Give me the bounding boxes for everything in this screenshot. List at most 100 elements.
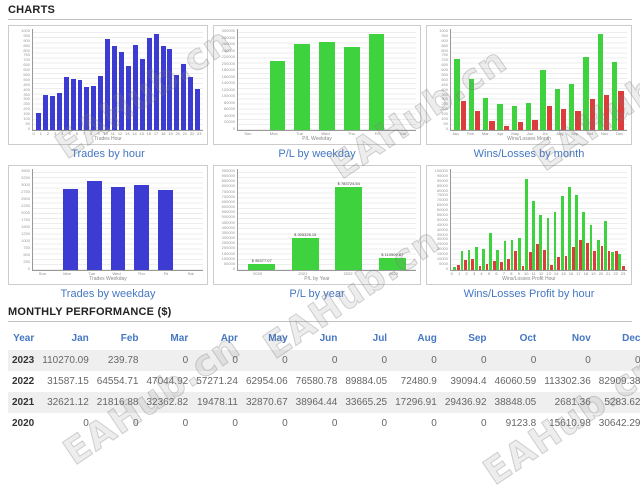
bar-wins-profit	[582, 212, 585, 270]
value-cell: 64554.71	[93, 371, 143, 392]
bar	[126, 66, 131, 130]
chart-title-link-trades-by-weekday[interactable]: Trades by weekday	[8, 288, 208, 300]
bar-slot	[553, 169, 560, 270]
plot-area: 1000950900850800750700650600550500450400…	[431, 29, 627, 131]
bar-slot	[482, 29, 496, 130]
column-header-year[interactable]: Year	[8, 327, 38, 350]
section-divider	[8, 19, 632, 20]
y-axis-tick-label: 800000	[222, 184, 235, 188]
y-axis-tick-label: 250	[23, 260, 30, 264]
bar-value-label: $ 55377.07	[252, 259, 272, 263]
column-header-aug[interactable]: Aug	[391, 327, 441, 350]
bar-wins	[497, 104, 502, 130]
bar-slot: $ 110509.87	[371, 169, 415, 270]
column-header-may[interactable]: May	[242, 327, 292, 350]
plot	[32, 29, 203, 131]
bar-slot	[604, 169, 611, 270]
x-axis-tick-label: 0	[30, 132, 37, 136]
bar	[292, 238, 319, 270]
x-axis-tick-label: 22	[612, 272, 619, 276]
bar	[181, 64, 186, 130]
bar-series	[33, 29, 203, 130]
bar	[140, 59, 145, 130]
chart-title-link-pl-by-year[interactable]: P/L by year	[213, 288, 421, 300]
x-axis-title: Trades Hour	[13, 137, 203, 142]
bar-slot	[111, 29, 118, 130]
y-axis-tick-label: 0	[233, 127, 235, 131]
chart-title-link-wins-losses-by-month[interactable]: Wins/Losses by month	[426, 148, 632, 160]
x-axis-tick-label: Dec	[612, 132, 627, 136]
bar-slot	[496, 169, 503, 270]
column-header-nov[interactable]: Nov	[540, 327, 595, 350]
bar-slot	[568, 169, 575, 270]
bar-slot	[364, 29, 389, 130]
bar	[111, 187, 126, 270]
y-axis-tick-label: 2750	[21, 190, 30, 194]
x-axis-tick-label: Thu	[338, 132, 364, 136]
y-axis: 1000009500090000850008000075000700006500…	[431, 169, 450, 271]
chart-trades-by-hour: 1000950900850800750700650600550500450400…	[8, 25, 208, 160]
y-axis-tick-label: 2250	[21, 204, 30, 208]
chart-pl-by-year: 9500009000008500008000007500007000006500…	[213, 165, 421, 300]
bar-wins	[469, 79, 474, 130]
bar-slot	[56, 29, 63, 130]
plot: $ 55377.07$ 305326.15$ 783724.54$ 110509…	[237, 169, 416, 271]
value-cell: 38848.05	[491, 392, 541, 413]
column-header-jan[interactable]: Jan	[38, 327, 93, 350]
bar-slot	[582, 169, 589, 270]
y-axis-tick-label: 40000	[224, 114, 235, 118]
x-axis-tick-label: 1	[37, 132, 44, 136]
chart-title-link-trades-by-hour[interactable]: Trades by hour	[8, 148, 208, 160]
bar-slot	[160, 29, 167, 130]
x-axis-tick-label: 16	[567, 272, 574, 276]
column-header-oct[interactable]: Oct	[491, 327, 541, 350]
value-cell: 0	[242, 350, 292, 371]
x-axis-tick-label: Oct	[582, 132, 597, 136]
value-cell: 0	[391, 350, 441, 371]
x-axis-tick-label: Sep	[567, 132, 582, 136]
column-header-feb[interactable]: Feb	[93, 327, 143, 350]
bar-wins-profit	[611, 252, 614, 270]
y-axis-tick-label: 300000	[222, 29, 235, 33]
bar-wins	[569, 84, 574, 130]
bar-slot	[104, 29, 111, 130]
y-axis-tick-label: 80000	[224, 101, 235, 105]
value-cell: 239.78	[93, 350, 143, 371]
x-axis-tick-label: 2023	[371, 272, 416, 276]
bar-wins	[612, 62, 617, 130]
value-cell: 0	[441, 413, 491, 434]
column-header-apr[interactable]: Apr	[192, 327, 242, 350]
chart-trades-by-weekday: 3500325030002750250022502000175015001250…	[8, 165, 208, 300]
value-cell: 72480.9	[391, 371, 441, 392]
bar-wins-profit	[475, 247, 478, 270]
column-header-mar[interactable]: Mar	[143, 327, 193, 350]
x-axis-tick-label: 1	[455, 272, 462, 276]
value-cell: 0	[143, 413, 193, 434]
column-header-jun[interactable]: Jun	[292, 327, 342, 350]
y-axis: 1000950900850800750700650600550500450400…	[13, 29, 32, 131]
plot-area: 3500325030002750250022502000175015001250…	[13, 169, 203, 271]
charts-section-title: CHARTS	[8, 4, 632, 16]
bar-wins	[540, 70, 545, 130]
value-cell: 0	[93, 413, 143, 434]
column-header-dec[interactable]: Dec	[595, 327, 640, 350]
y-axis-tick-label: 260000	[222, 42, 235, 46]
value-cell: 0	[143, 350, 193, 371]
bar-slot	[553, 29, 567, 130]
bar-slot	[154, 169, 178, 270]
bar-slot	[510, 29, 524, 130]
chart-title-link-pl-by-weekday[interactable]: P/L by weekday	[213, 148, 421, 160]
chart-title-link-wins-losses-profit-by-hour[interactable]: Wins/Losses Profit by hour	[426, 288, 632, 300]
y-axis-tick-label: 500000	[222, 215, 235, 219]
bar-slot	[611, 169, 618, 270]
y-axis-tick-label: 150000	[222, 252, 235, 256]
column-header-jul[interactable]: Jul	[341, 327, 391, 350]
value-cell: 0	[441, 350, 491, 371]
x-axis-tick-label: 23	[196, 132, 203, 136]
bar	[379, 258, 406, 270]
x-axis-tick-label: 4	[59, 132, 66, 136]
bar-series	[451, 169, 627, 270]
bar-wins-profit	[525, 179, 528, 270]
column-header-sep[interactable]: Sep	[441, 327, 491, 350]
bar-slot	[265, 29, 290, 130]
